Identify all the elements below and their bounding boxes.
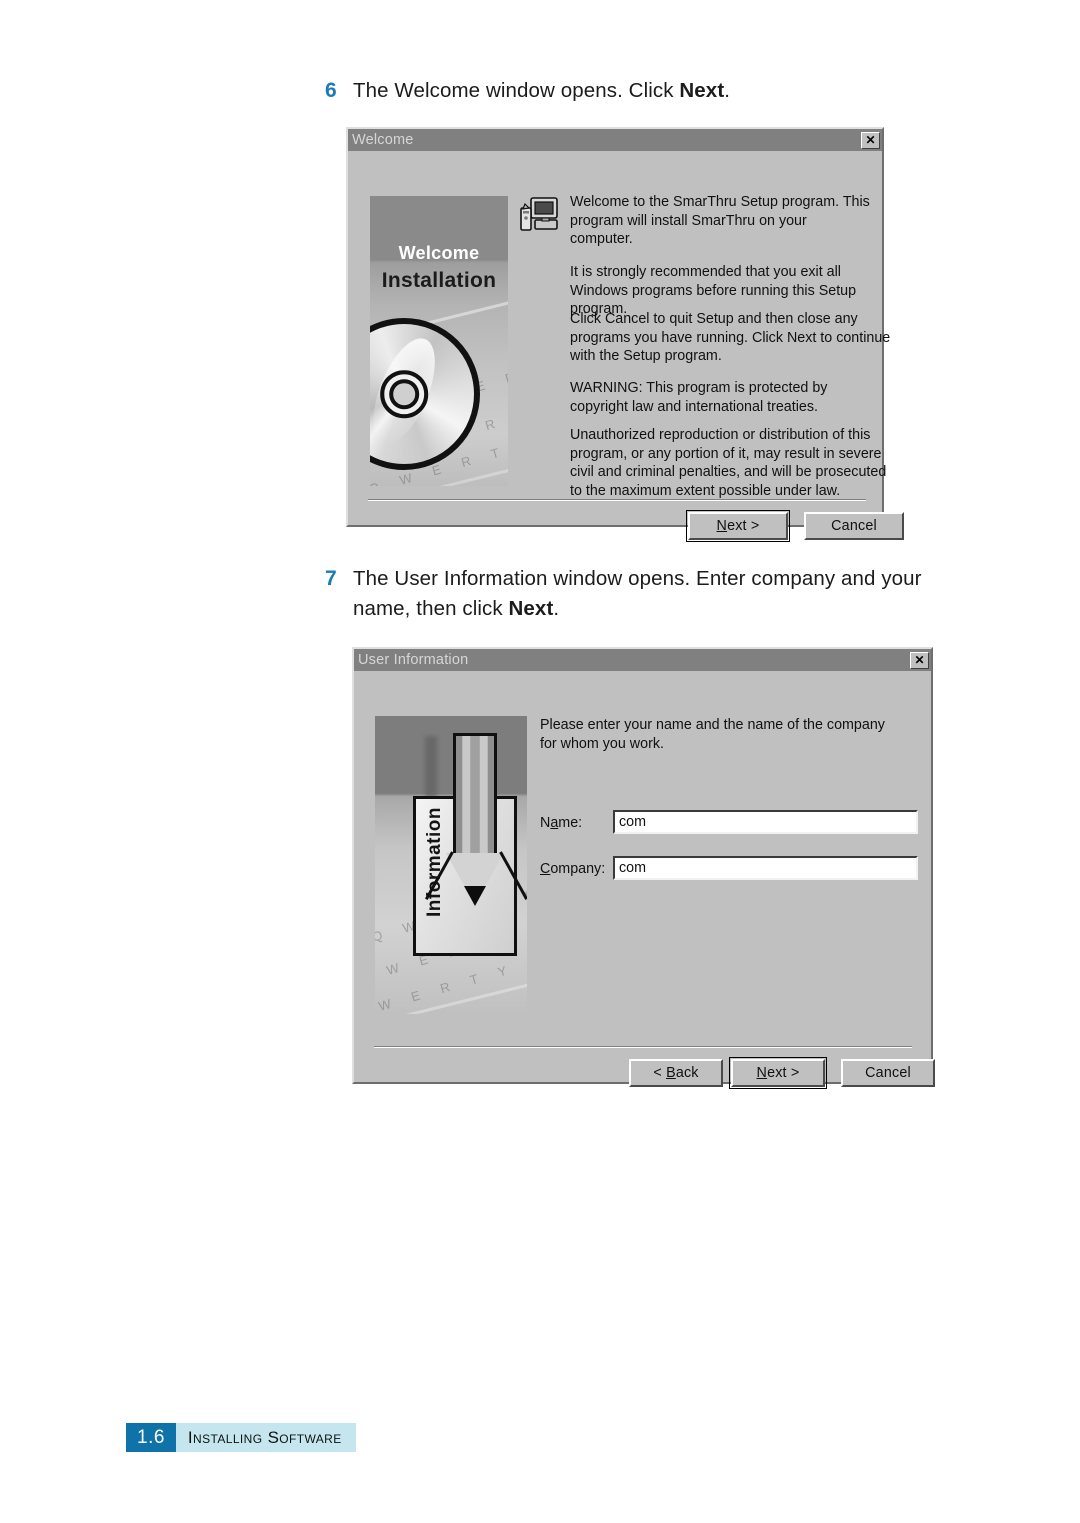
welcome-paragraph-1: Welcome to the SmarThru Setup program. T… <box>570 194 870 247</box>
back-button-label: < Back <box>653 1065 699 1081</box>
step-6-text-lead: The Welcome window opens. Click <box>353 79 680 102</box>
step-7: 7 The User Information window opens. Ent… <box>325 564 950 624</box>
user-information-titlebar[interactable]: User Information ✕ <box>354 649 931 671</box>
step-6: 6 The Welcome window opens. Click Next. <box>325 76 945 106</box>
user-information-title: User Information <box>358 652 469 668</box>
user-information-cancel-button[interactable]: Cancel <box>841 1059 935 1087</box>
step-7-text: The User Information window opens. Enter… <box>353 564 950 624</box>
cancel-button-label: Cancel <box>865 1065 911 1081</box>
step-7-text-emphasis: Next <box>508 597 554 620</box>
step-6-number: 6 <box>325 79 337 102</box>
user-information-banner-image: Q W E R T Y Q W E R T Y Q W E R T Y Info… <box>375 716 527 1014</box>
user-information-banner-art: Q W E R T Y Q W E R T Y Q W E R T Y Info… <box>375 716 527 1014</box>
banner-installation-text: Installation <box>381 269 497 292</box>
name-field-label: Name: <box>540 815 583 831</box>
welcome-banner-art: Q W E R T Y Q W E R T Y Q W E R T Y <box>370 196 508 486</box>
footer-page-number: 1.6 <box>126 1423 176 1452</box>
banner-welcome-text: Welcome <box>398 243 480 263</box>
welcome-paragraph-5: Unauthorized reproduction or distributio… <box>570 427 887 499</box>
user-information-back-button[interactable]: < Back <box>629 1059 723 1087</box>
user-information-instruction: Please enter your name and the name of t… <box>540 717 885 752</box>
welcome-paragraph-4: WARNING: This program is protected by co… <box>570 380 828 415</box>
user-information-body: Q W E R T Y Q W E R T Y Q W E R T Y Info… <box>354 671 935 1089</box>
step-7-number: 7 <box>325 567 337 590</box>
setup-computer-icon <box>519 194 561 234</box>
welcome-titlebar-buttons: ✕ <box>861 131 880 149</box>
welcome-dialog-body: Q W E R T Y Q W E R T Y Q W E R T Y Welc… <box>348 151 904 542</box>
welcome-paragraph-3: Click Cancel to quit Setup and then clos… <box>570 311 891 364</box>
user-information-titlebar-buttons: ✕ <box>910 651 929 669</box>
welcome-dialog: Welcome ✕ Q W E R T Y Q W E R T Y Q W E … <box>346 127 904 542</box>
welcome-dialog-titlebar[interactable]: Welcome ✕ <box>348 129 882 151</box>
cd-sheen <box>370 330 448 453</box>
welcome-button-separator <box>368 499 866 501</box>
company-input-value: com <box>619 860 647 876</box>
setup-computer-icon-svg <box>520 197 558 231</box>
welcome-cancel-button[interactable]: Cancel <box>804 512 904 540</box>
step-6-text-tail: . <box>724 79 731 102</box>
welcome-cancel-label: Cancel <box>831 518 877 534</box>
company-input[interactable]: com <box>613 856 918 880</box>
user-information-dialog: User Information ✕ Q W E R T Y Q W E R T… <box>352 647 935 1089</box>
name-input[interactable]: com <box>613 810 918 834</box>
name-input-value: com <box>619 814 647 830</box>
welcome-banner-image: Q W E R T Y Q W E R T Y Q W E R T Y Welc… <box>370 196 508 486</box>
welcome-next-button[interactable]: Next > <box>686 510 790 542</box>
step-6-text-emphasis: Next <box>679 79 725 102</box>
close-icon[interactable]: ✕ <box>861 131 880 149</box>
pencil-shadow <box>425 736 437 804</box>
user-information-next-button[interactable]: Next > <box>729 1057 827 1089</box>
step-7-text-tail: . <box>553 597 560 620</box>
pencil-body <box>453 733 497 853</box>
welcome-next-label: Next > <box>716 518 760 534</box>
welcome-dialog-title: Welcome <box>352 132 414 148</box>
company-field-label: Company: <box>540 861 606 877</box>
paper-information-label: Information <box>424 807 445 917</box>
page-footer: 1.6 Installing Software <box>126 1423 356 1452</box>
user-information-button-separator <box>374 1046 912 1048</box>
step-6-text: The Welcome window opens. Click Next. <box>353 76 730 106</box>
step-7-text-lead: The User Information window opens. Enter… <box>353 567 922 620</box>
pencil-lead <box>464 886 486 906</box>
footer-section-title: Installing Software <box>175 1423 356 1452</box>
close-icon[interactable]: ✕ <box>910 651 929 669</box>
next-button-label: Next > <box>756 1065 800 1081</box>
